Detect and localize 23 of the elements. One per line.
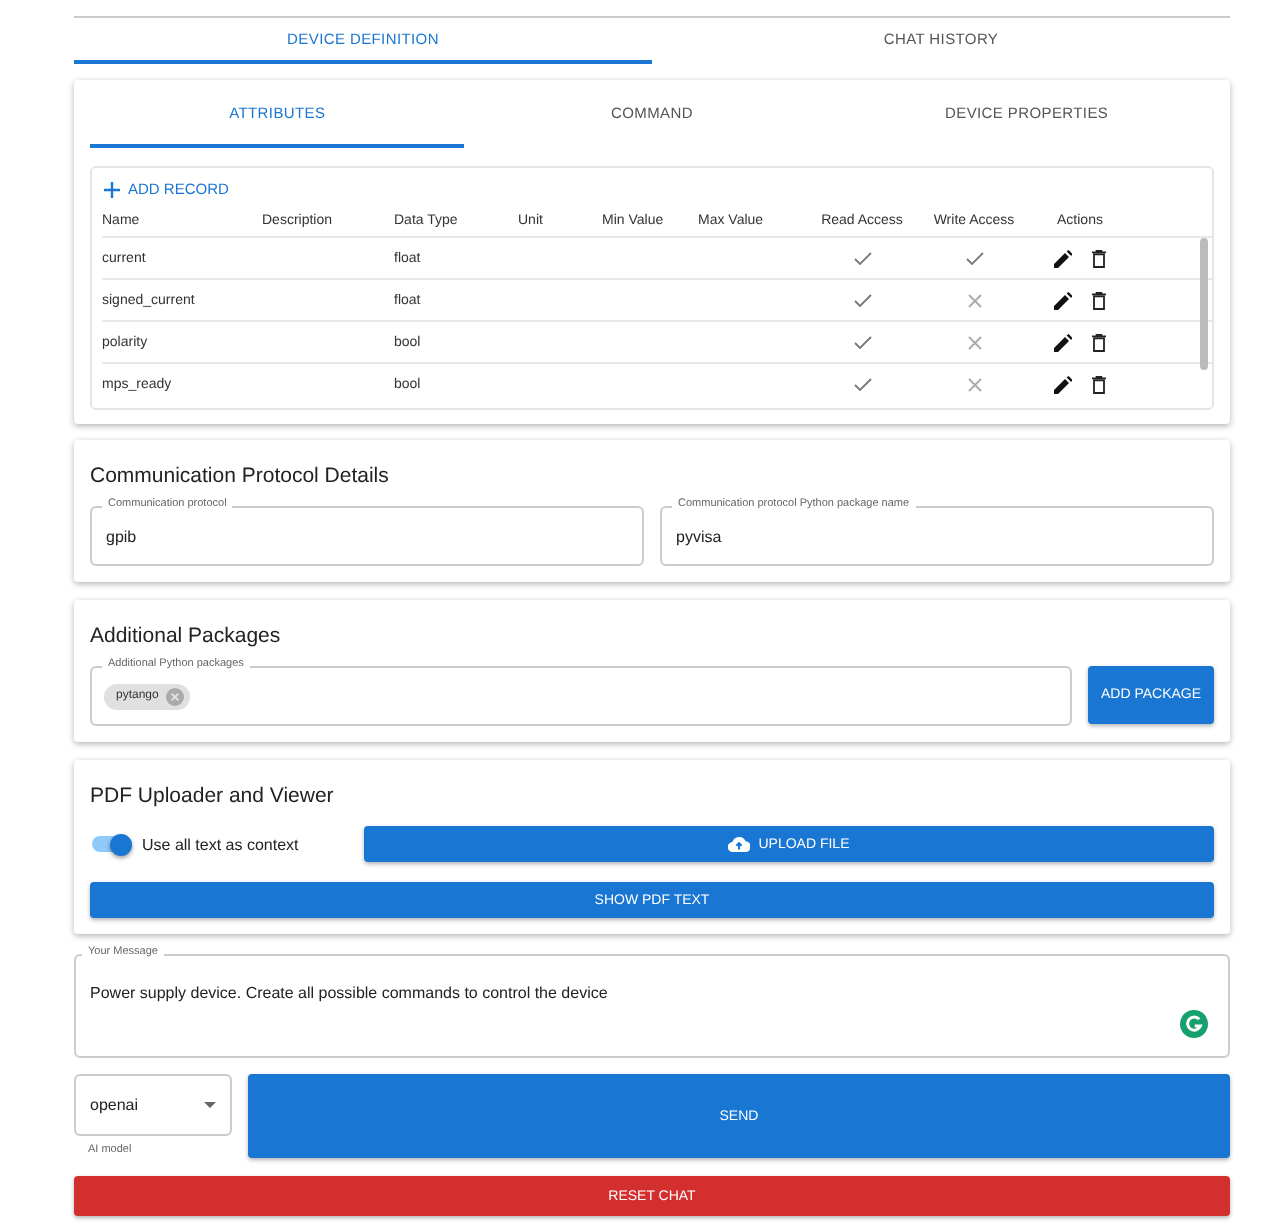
section-title: Communication Protocol Details bbox=[90, 464, 389, 488]
section-title: Additional Packages bbox=[90, 624, 281, 648]
pencil-icon[interactable] bbox=[1054, 375, 1072, 393]
pencil-icon[interactable] bbox=[1054, 333, 1072, 351]
trash-icon[interactable] bbox=[1092, 333, 1106, 351]
cloud-upload-icon bbox=[728, 836, 751, 852]
trash-icon[interactable] bbox=[1092, 291, 1106, 309]
scrollbar[interactable] bbox=[1200, 238, 1208, 370]
model-select[interactable]: openai bbox=[74, 1074, 232, 1136]
field-value: gpib bbox=[106, 527, 137, 545]
field-value: Power supply device. Create all possible commands to control the device bbox=[90, 984, 608, 1002]
pencil-icon[interactable] bbox=[1054, 249, 1072, 267]
field-value: pyvisa bbox=[676, 527, 722, 545]
toggle-switch[interactable] bbox=[92, 836, 132, 852]
toggle-label: Use all text as context bbox=[142, 835, 301, 853]
trash-icon[interactable] bbox=[1092, 249, 1106, 267]
trash-icon[interactable] bbox=[1092, 375, 1106, 393]
select-value: openai bbox=[90, 1096, 139, 1114]
plus-icon bbox=[104, 181, 120, 197]
assistant-icon[interactable] bbox=[1180, 1010, 1208, 1038]
section-title: PDF Uploader and Viewer bbox=[90, 784, 334, 808]
pencil-icon[interactable] bbox=[1054, 291, 1072, 309]
dropdown-caret-icon bbox=[204, 1102, 216, 1108]
